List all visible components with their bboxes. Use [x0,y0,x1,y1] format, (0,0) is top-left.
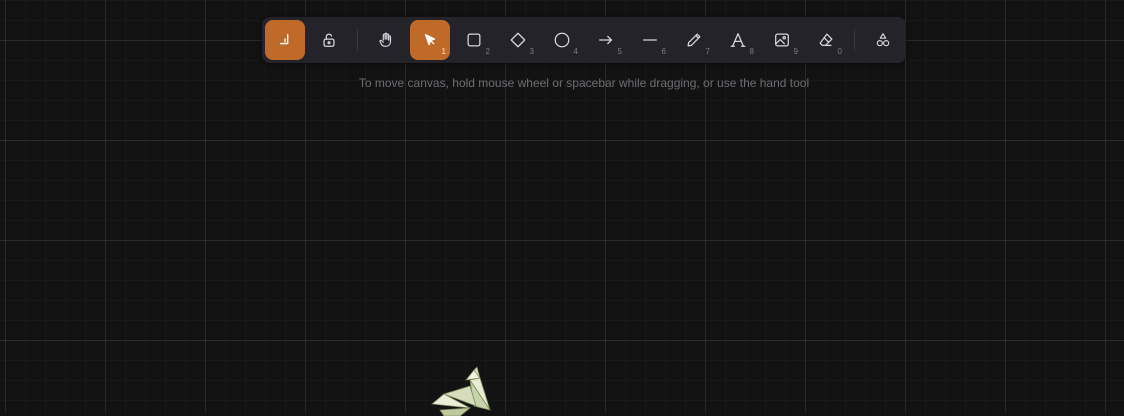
line-icon [643,39,657,41]
rectangle-tool-button[interactable]: 2 [454,20,494,60]
selection-tool-button[interactable]: 1 [410,20,450,60]
circle-icon [554,32,570,48]
shortcut-key: 9 [793,47,798,56]
hand-icon [379,32,392,47]
arrow-right-icon [599,35,613,45]
toolbar-divider [854,29,855,51]
text-tool-button[interactable]: 8 [718,20,758,60]
pointer-icon [424,33,436,46]
shortcut-key: 1 [441,47,446,56]
shortcut-key: 2 [485,47,490,56]
pencil-icon [687,33,701,47]
shortcut-key: 5 [617,47,622,56]
image-icon [775,33,789,47]
main-toolbar: 1 2 3 4 5 6 7 8 9 0 [262,17,906,63]
toolbar-divider [357,29,358,51]
lock-button[interactable] [309,20,349,60]
diamond-tool-button[interactable]: 3 [498,20,538,60]
square-icon [467,33,481,47]
shortcut-key: 4 [573,47,578,56]
shortcut-key: 3 [529,47,534,56]
shapes-icon [876,33,890,47]
image-tool-button[interactable]: 9 [762,20,802,60]
shortcut-key: 8 [749,47,754,56]
arrow-tool-button[interactable]: 5 [586,20,626,60]
eraser-tool-button[interactable]: 0 [806,20,846,60]
shortcut-key: 0 [837,47,842,56]
ellipse-tool-button[interactable]: 4 [542,20,582,60]
hand-tool-button[interactable] [366,20,406,60]
origami-bird-drawing[interactable] [430,366,496,416]
diamond-icon [510,32,526,48]
keep-tool-active-button[interactable] [265,20,305,60]
lock-open-icon [323,33,335,47]
eraser-icon [819,33,833,47]
text-icon [730,33,746,47]
lock-arrow-icon [279,33,289,45]
canvas-hint: To move canvas, hold mouse wheel or spac… [358,76,810,90]
shortcut-key: 7 [705,47,710,56]
more-tools-button[interactable] [863,20,903,60]
shortcut-key: 6 [661,47,666,56]
line-tool-button[interactable]: 6 [630,20,670,60]
draw-tool-button[interactable]: 7 [674,20,714,60]
